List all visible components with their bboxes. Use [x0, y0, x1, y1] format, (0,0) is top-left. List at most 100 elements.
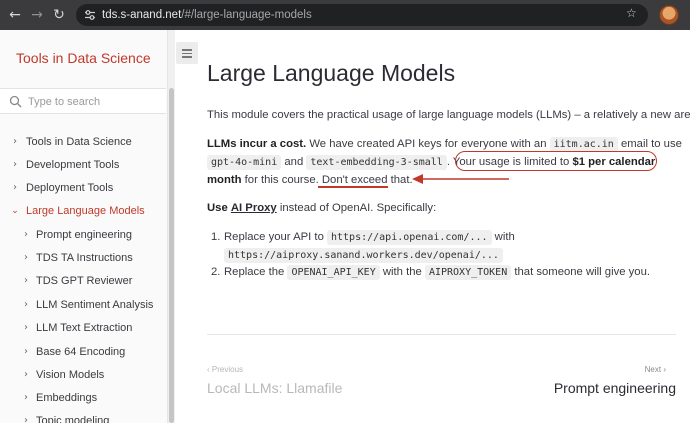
url-host: tds.s-anand.net	[102, 9, 182, 21]
sidebar-item-vision-models[interactable]: › Vision Models	[0, 364, 166, 386]
chevron-right-icon: ›	[661, 365, 666, 374]
dont-exceed-text: Don't exceed that.	[321, 174, 413, 186]
step-2-line: Replace the OPENAI_API_KEY with the AIPR…	[224, 265, 650, 280]
previous-page-link[interactable]: Local LLMs: Llamafile	[207, 380, 342, 396]
cost-text-3: and	[281, 156, 307, 168]
chevron-down-icon: ⌄	[11, 206, 19, 216]
step-2-text-2: with the	[379, 266, 425, 278]
pager-divider	[207, 334, 676, 335]
sidebar-item-label: Topic modeling	[36, 415, 110, 423]
next-label: Next ›	[630, 365, 666, 374]
cost-paragraph-line-1: LLMs incur a cost. We have created API k…	[207, 137, 682, 152]
cost-paragraph-line-3: month for this course. Don't exceed that…	[207, 173, 413, 187]
highlight-underline	[318, 186, 388, 188]
openai-key-code: OPENAI_API_KEY	[287, 265, 380, 280]
page-title: Large Language Models	[207, 60, 456, 86]
search-input[interactable]	[28, 93, 158, 111]
sidebar-item-label: Deployment Tools	[26, 182, 114, 194]
sidebar-item-llm-text-extraction[interactable]: › LLM Text Extraction	[0, 317, 166, 339]
cost-heading: LLMs incur a cost.	[207, 138, 307, 150]
sidebar-item-label: Base 64 Encoding	[36, 346, 126, 358]
chevron-right-icon: ›	[24, 392, 28, 403]
cost-text-2: email to use	[617, 138, 682, 150]
search-box	[0, 88, 166, 114]
chevron-right-icon: ›	[24, 346, 28, 357]
aiproxy-url-code: https://aiproxy.sanand.workers.dev/opena…	[224, 248, 503, 263]
chevron-right-icon: ›	[13, 136, 17, 147]
sidebar-item-tools-in-data-science[interactable]: › Tools in Data Science	[0, 131, 166, 153]
step-1-text-2: with	[491, 231, 515, 243]
step-1-line-2: https://aiproxy.sanand.workers.dev/opena…	[224, 248, 503, 263]
previous-label: ‹ Previous	[207, 365, 243, 374]
sidebar-item-deployment-tools[interactable]: › Deployment Tools	[0, 177, 166, 199]
chevron-right-icon: ›	[24, 275, 28, 286]
sidebar-item-llm-sentiment-analysis[interactable]: › LLM Sentiment Analysis	[0, 294, 166, 316]
aiproxy-paragraph: Use AI Proxy instead of OpenAI. Specific…	[207, 201, 436, 215]
chevron-right-icon: ›	[13, 159, 17, 170]
step-1-number: 1.	[211, 231, 221, 243]
sidebar: Tools in Data Science › Tools in Data Sc…	[0, 30, 168, 423]
chevron-right-icon: ›	[24, 299, 28, 310]
aiproxy-rest-text: instead of OpenAI. Specifically:	[276, 202, 437, 214]
sidebar-item-label: LLM Text Extraction	[36, 322, 133, 334]
reload-icon[interactable]: ↻	[50, 6, 68, 24]
back-icon[interactable]: ←	[6, 6, 24, 24]
step-2-text-1: Replace the	[224, 266, 288, 278]
cost-text-6: for this course.	[241, 174, 322, 186]
model-code-2: text-embedding-3-small	[306, 155, 447, 170]
url-text: tds.s-anand.net/#/large-language-models	[102, 8, 312, 22]
forward-icon[interactable]: →	[28, 6, 46, 24]
sidebar-item-label: Vision Models	[36, 369, 105, 381]
cost-text-1: We have created API keys for everyone wi…	[306, 138, 550, 150]
bookmark-star-icon[interactable]: ☆	[626, 6, 637, 20]
aiproxy-token-code: AIPROXY_TOKEN	[424, 265, 512, 280]
sidebar-item-label: TDS GPT Reviewer	[36, 275, 133, 287]
url-path: /#/large-language-models	[181, 9, 312, 21]
search-icon	[9, 95, 22, 108]
chevron-right-icon: ›	[24, 322, 28, 333]
avatar[interactable]	[659, 5, 679, 25]
menu-icon[interactable]	[176, 42, 198, 64]
sidebar-item-label: Tools in Data Science	[26, 136, 132, 148]
sidebar-item-label: Large Language Models	[26, 205, 145, 217]
step-2-text-3: that someone will give you.	[511, 266, 651, 278]
browser-toolbar: ← → ↻ tds.s-anand.net/#/large-language-m…	[0, 0, 690, 30]
sidebar-item-label: Development Tools	[26, 159, 120, 171]
sidebar-item-label: TDS TA Instructions	[36, 252, 133, 264]
sidebar-scrollbar-thumb[interactable]	[169, 88, 174, 423]
step-1-line-1: Replace your API to https://api.openai.c…	[224, 230, 515, 245]
sidebar-item-label: Prompt engineering	[36, 229, 133, 241]
sidebar-item-base-64-encoding[interactable]: › Base 64 Encoding	[0, 341, 166, 363]
sidebar-item-development-tools[interactable]: › Development Tools	[0, 154, 166, 176]
step-2-number: 2.	[211, 266, 221, 278]
ai-proxy-link[interactable]: AI Proxy	[231, 202, 277, 214]
aiproxy-use-word: Use	[207, 202, 228, 214]
sidebar-item-tds-gpt-reviewer[interactable]: › TDS GPT Reviewer	[0, 270, 166, 292]
previous-label-text: Previous	[211, 365, 244, 374]
address-bar[interactable]: tds.s-anand.net/#/large-language-models	[76, 4, 648, 26]
openai-url-code: https://api.openai.com/...	[327, 230, 492, 245]
sidebar-item-prompt-engineering[interactable]: › Prompt engineering	[0, 224, 166, 246]
usage-limit-month: month	[207, 174, 242, 186]
model-code-1: gpt-4o-mini	[207, 155, 282, 170]
highlight-oval	[455, 151, 657, 171]
chevron-right-icon: ›	[24, 229, 28, 240]
chevron-right-icon: ›	[24, 369, 28, 380]
sidebar-item-embeddings[interactable]: › Embeddings	[0, 387, 166, 409]
sidebar-item-label: Embeddings	[36, 392, 98, 404]
intro-paragraph: This module covers the practical usage o…	[207, 109, 690, 121]
sidebar-item-topic-modeling[interactable]: › Topic modeling	[0, 410, 166, 423]
arrow-left-icon	[412, 174, 509, 184]
domain-code: iitm.ac.in	[549, 137, 618, 152]
sidebar-item-tds-ta-instructions[interactable]: › TDS TA Instructions	[0, 247, 166, 269]
chevron-right-icon: ›	[24, 252, 28, 263]
sidebar-item-label: LLM Sentiment Analysis	[36, 299, 154, 311]
chevron-right-icon: ›	[24, 415, 28, 423]
chevron-right-icon: ›	[13, 182, 17, 193]
step-1-text-1: Replace your API to	[224, 231, 327, 243]
sidebar-title[interactable]: Tools in Data Science	[16, 50, 151, 66]
next-page-link[interactable]: Prompt engineering	[500, 380, 676, 396]
next-label-text: Next	[644, 365, 662, 374]
sidebar-item-large-language-models[interactable]: ⌄ Large Language Models	[0, 200, 166, 222]
site-settings-icon[interactable]	[84, 9, 96, 21]
